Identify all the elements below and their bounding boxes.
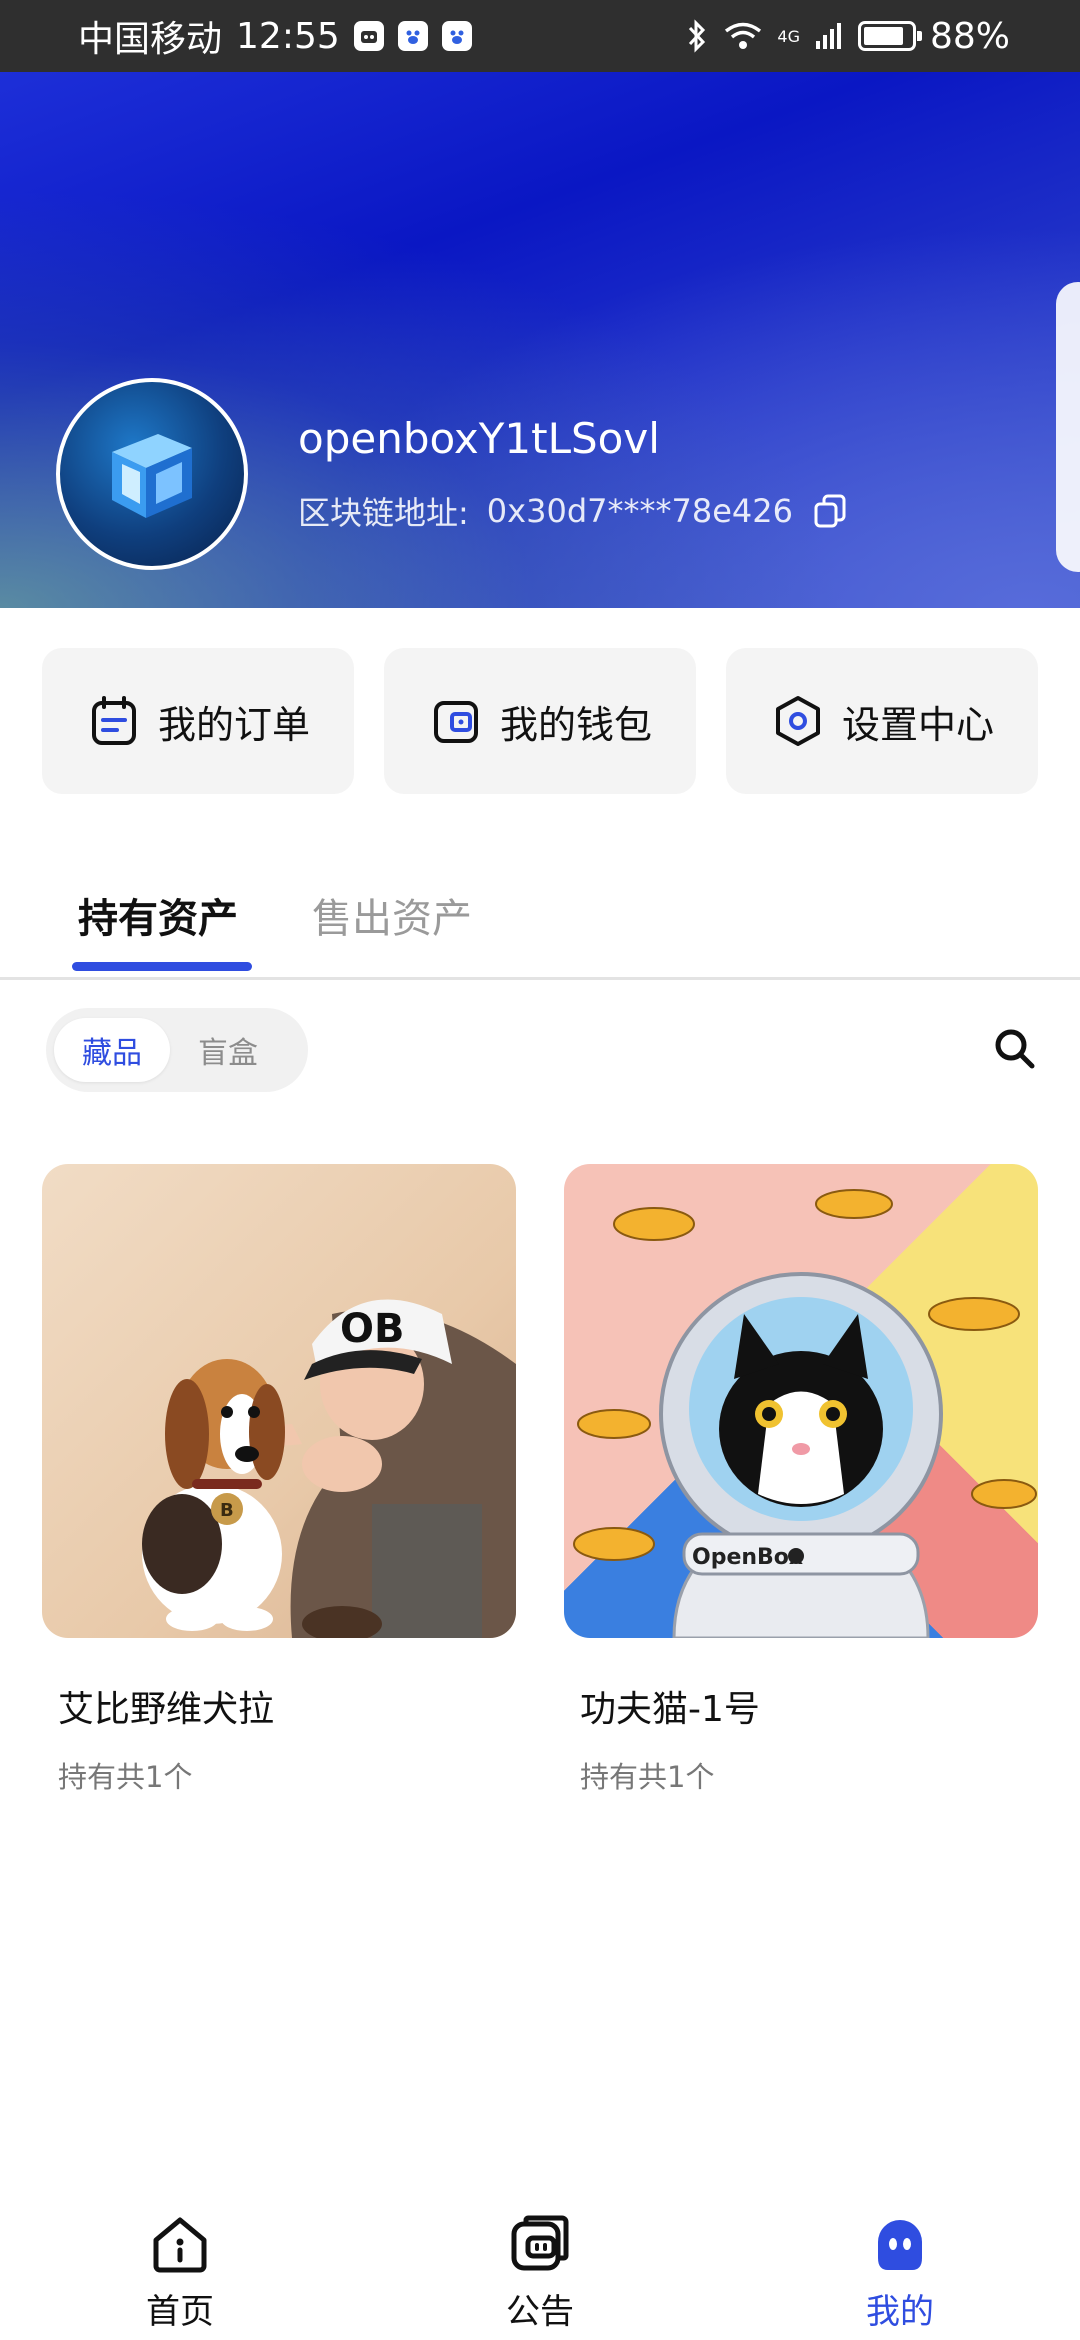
address-value: 0x30d7****78e426	[486, 492, 793, 530]
nav-mine[interactable]: 我的	[800, 2196, 1000, 2333]
baidu-notification-icon	[397, 21, 428, 51]
address-row: 区块链地址: 0x30d7****78e426	[298, 488, 849, 534]
notice-icon	[511, 2215, 569, 2271]
asset-type-segment: 藏品 盲盒	[46, 1008, 308, 1092]
astronaut-cat-illustration: OpenBox	[573, 1189, 1037, 1638]
status-left: 中国移动 12:55	[78, 10, 472, 62]
my-wallet-button[interactable]: 我的钱包	[384, 648, 696, 794]
beagle-illustration: OB B	[142, 1299, 516, 1638]
calendar-icon	[91, 696, 136, 745]
signal-icon	[815, 23, 841, 49]
nav-home[interactable]: 首页	[80, 2196, 280, 2333]
bottom-nav: 首页 公告 我的	[0, 2196, 1080, 2340]
network-type: 4G	[777, 26, 800, 46]
asset-title: 艾比野维犬拉	[58, 1689, 275, 1730]
nav-mine-label: 我的	[866, 2292, 934, 2332]
bluetooth-icon	[689, 19, 706, 53]
segment-collectibles[interactable]: 藏品	[54, 1018, 170, 1082]
active-tab-indicator	[72, 962, 252, 971]
asset-tabs: 持有资产 售出资产	[0, 870, 1080, 980]
nav-home-label: 首页	[146, 2292, 214, 2332]
clock: 12:55	[236, 15, 340, 57]
status-right: 4G 88%	[685, 16, 1010, 57]
copy-icon[interactable]	[811, 492, 849, 530]
astronaut-cat-artwork-image: OpenBox	[564, 1164, 1038, 1638]
carrier-label: 中国移动	[78, 19, 223, 60]
battery-icon	[857, 21, 922, 51]
settings-center-button[interactable]: 设置中心	[726, 648, 1038, 794]
asset-quantity: 持有共1个	[58, 1760, 193, 1794]
my-orders-label: 我的订单	[157, 702, 310, 747]
nav-notice-label: 公告	[506, 2292, 574, 2332]
segment-blind-box[interactable]: 盲盒	[170, 1018, 286, 1082]
baidu-notification-icon	[441, 21, 472, 51]
my-orders-button[interactable]: 我的订单	[42, 648, 354, 794]
wallet-icon	[433, 701, 478, 743]
asset-card[interactable]: OB B 艾比野维犬拉 持有共1个	[42, 1164, 516, 1796]
asset-quantity: 持有共1个	[580, 1760, 715, 1794]
profile-ghost-icon	[878, 2220, 922, 2270]
wifi-icon	[725, 22, 762, 49]
asset-card[interactable]: OpenBox 功夫猫-1号 持有共1个	[564, 1164, 1038, 1796]
battery-percent: 88%	[929, 15, 1010, 57]
nav-notice[interactable]: 公告	[440, 2196, 640, 2333]
status-bar: 中国移动 12:55 4G 88%	[0, 0, 1080, 72]
my-wallet-label: 我的钱包	[499, 702, 652, 747]
username: openboxY1tLSovl	[298, 414, 660, 463]
app-notification-icon	[353, 21, 384, 51]
asset-title: 功夫猫-1号	[580, 1689, 760, 1730]
home-icon	[153, 2217, 207, 2273]
openbox-cube-icon	[112, 434, 192, 518]
asset-grid: OB B 艾比野维犬拉 持有共1个 OpenBox 功夫猫-1号 持有共1个	[42, 1164, 1038, 1796]
settings-center-label: 设置中心	[841, 702, 994, 747]
tab-held-assets[interactable]: 持有资产	[78, 886, 238, 944]
side-card-edge	[1056, 282, 1080, 572]
search-icon[interactable]	[990, 1024, 1038, 1072]
settings-hexagon-icon	[775, 696, 820, 746]
address-label: 区块链地址:	[298, 494, 469, 532]
suit-badge-label: OpenBox	[692, 1545, 803, 1570]
quick-actions: 我的订单 我的钱包 设置中心	[42, 648, 1038, 794]
beagle-artwork-image: OB B	[42, 1164, 516, 1638]
profile-header: openboxY1tLSovl 区块链地址: 0x30d7****78e426	[0, 72, 1080, 608]
tag-label: B	[220, 1500, 234, 1521]
tab-sold-assets[interactable]: 售出资产	[312, 886, 472, 944]
avatar[interactable]	[56, 378, 248, 570]
cap-label: OB	[340, 1306, 405, 1352]
